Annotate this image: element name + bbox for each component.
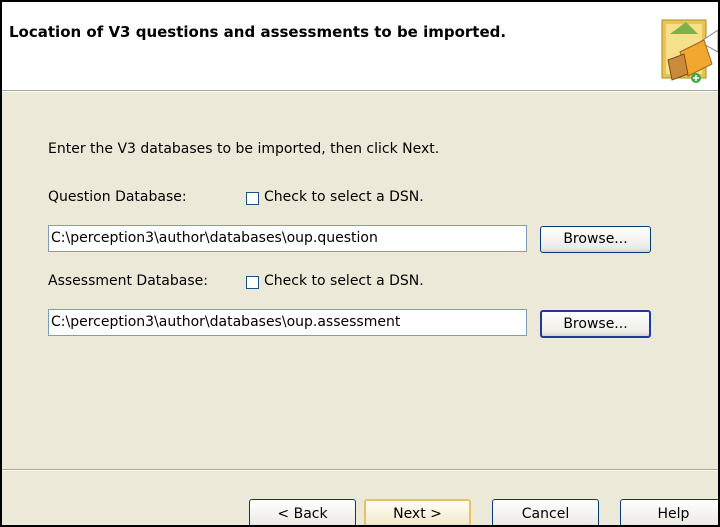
assessment-dsn-checkbox-label[interactable]: Check to select a DSN. <box>264 273 424 289</box>
question-database-path-input[interactable]: C:\perception3\author\databases\oup.ques… <box>48 225 527 252</box>
wizard-header: Location of V3 questions and assessments… <box>2 2 718 90</box>
back-button[interactable]: < Back <box>249 499 356 525</box>
question-dsn-checkbox-label[interactable]: Check to select a DSN. <box>264 189 424 205</box>
question-database-label: Question Database: <box>48 189 187 205</box>
wizard-title: Location of V3 questions and assessments… <box>9 23 507 41</box>
assessment-browse-button[interactable]: Browse... <box>540 310 651 338</box>
question-browse-button[interactable]: Browse... <box>540 226 651 253</box>
cancel-button[interactable]: Cancel <box>492 499 599 525</box>
help-button[interactable]: Help <box>620 499 718 525</box>
next-button[interactable]: Next > <box>364 499 471 525</box>
footer-divider-highlight <box>2 470 718 471</box>
assessment-database-path-input[interactable]: C:\perception3\author\databases\oup.asse… <box>48 309 527 336</box>
import-wizard-icon <box>661 19 718 83</box>
question-dsn-checkbox[interactable] <box>246 192 259 205</box>
assessment-dsn-checkbox[interactable] <box>246 276 259 289</box>
header-divider-highlight <box>2 91 718 92</box>
assessment-database-label: Assessment Database: <box>48 273 208 289</box>
instruction-text: Enter the V3 databases to be imported, t… <box>48 141 440 157</box>
import-wizard-dialog: Location of V3 questions and assessments… <box>0 0 720 527</box>
